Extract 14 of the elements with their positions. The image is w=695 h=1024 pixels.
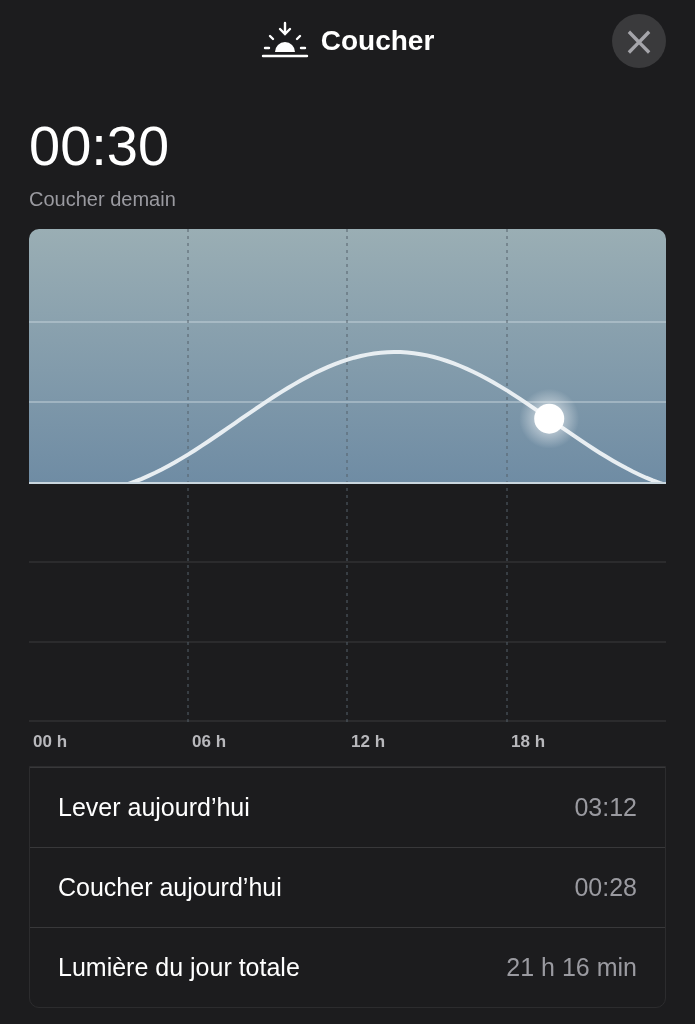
detail-label: Lever aujourd’hui xyxy=(58,793,250,822)
detail-value: 21 h 16 min xyxy=(506,953,637,982)
screen-title: Coucher xyxy=(320,25,435,57)
event-time: 00:30 xyxy=(29,118,171,174)
detail-value: 00:28 xyxy=(574,873,637,902)
event-caption: Coucher demain xyxy=(29,188,177,211)
detail-value: 03:12 xyxy=(574,793,637,822)
axis-label: 06 h xyxy=(192,732,227,752)
close-button[interactable]: × xyxy=(612,14,666,68)
axis-label: 18 h xyxy=(511,732,546,752)
axis-label: 00 h xyxy=(33,732,68,752)
detail-label: Coucher aujourd’hui xyxy=(58,873,282,902)
axis-label: 12 h xyxy=(351,732,386,752)
detail-label: Lumière du jour totale xyxy=(58,953,300,982)
